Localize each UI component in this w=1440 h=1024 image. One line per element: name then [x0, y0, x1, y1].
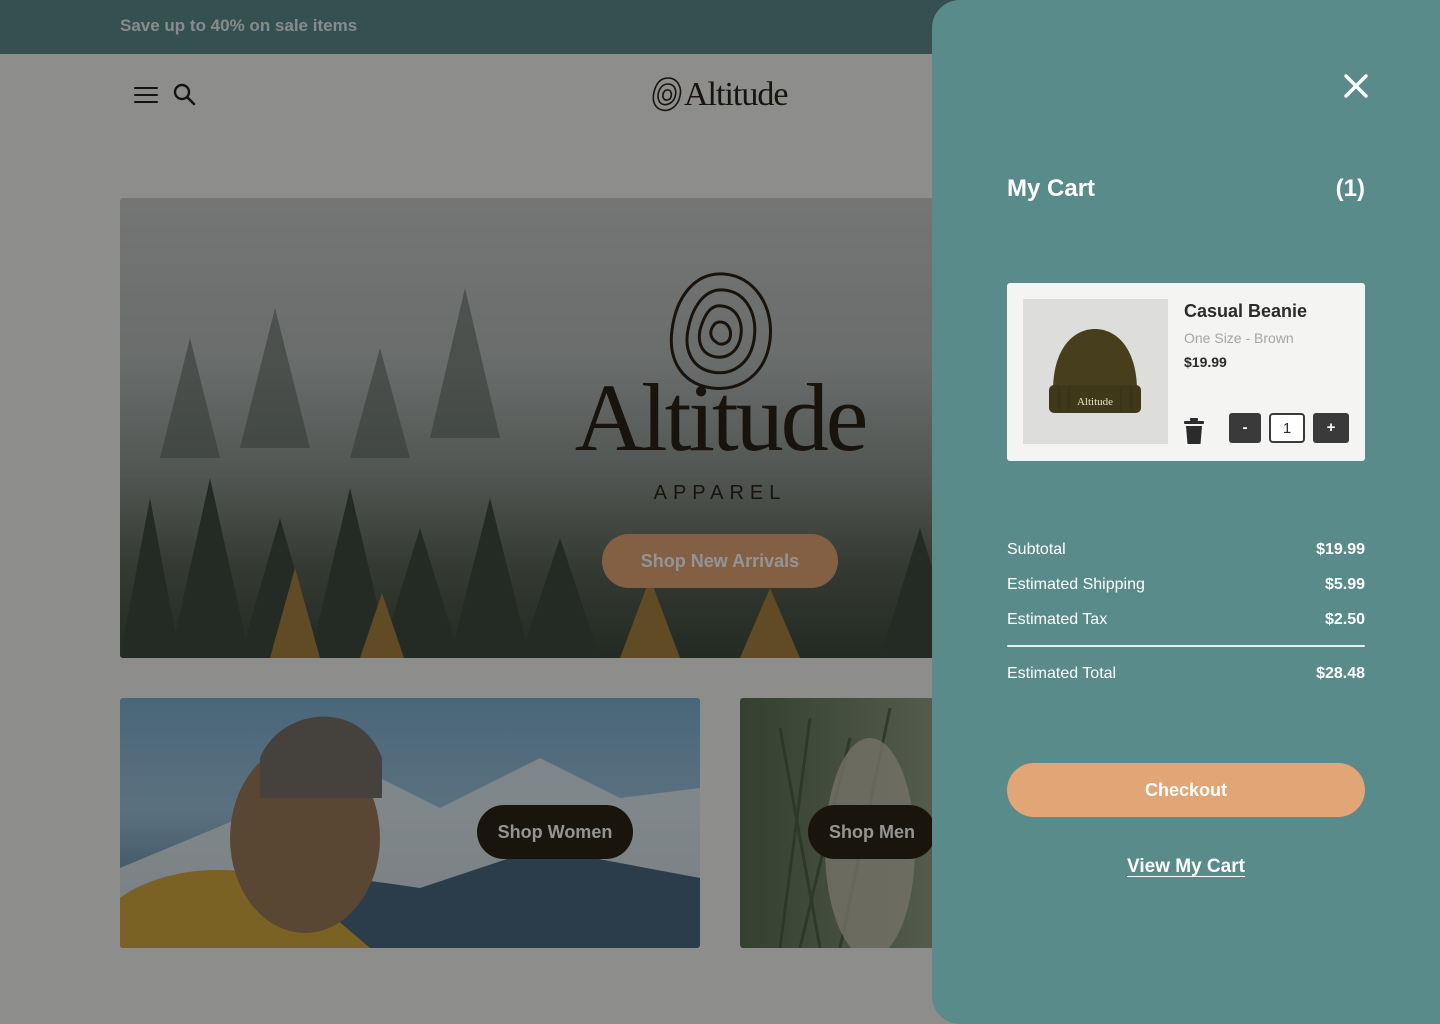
cart-item: Altitude Casual Beanie One Size - Brown … [1007, 283, 1365, 461]
total-value: $28.48 [1316, 665, 1365, 682]
product-image[interactable]: Altitude [1023, 299, 1168, 444]
total-label: Estimated Total [1007, 665, 1117, 682]
checkout-button[interactable]: Checkout [1007, 763, 1365, 817]
shipping-value: $5.99 [1324, 576, 1365, 593]
quantity-increase-button[interactable]: + [1313, 413, 1349, 443]
product-price: $19.99 [1184, 354, 1227, 370]
cart-drawer: My Cart (1) Altitude Casual Beanie One S… [932, 0, 1440, 1024]
view-cart-container: View My Cart [932, 856, 1440, 878]
view-my-cart-link[interactable]: View My Cart [1127, 856, 1245, 877]
subtotal-value: $19.99 [1316, 541, 1365, 558]
beanie-image: Altitude [1049, 329, 1141, 413]
cart-count: (1) [1335, 175, 1365, 202]
trash-icon[interactable] [1183, 417, 1205, 445]
subtotal-label: Subtotal [1007, 541, 1066, 558]
beanie-logo-text: Altitude [1077, 396, 1113, 408]
tax-value: $2.50 [1324, 611, 1365, 628]
close-icon[interactable] [1342, 72, 1370, 100]
summary-divider [1007, 645, 1365, 647]
tax-label: Estimated Tax [1007, 611, 1108, 628]
cart-title: My Cart [1007, 175, 1096, 202]
product-variant: One Size - Brown [1184, 330, 1294, 346]
shipping-label: Estimated Shipping [1007, 576, 1145, 593]
quantity-decrease-button[interactable]: - [1229, 413, 1261, 443]
quantity-input[interactable] [1269, 413, 1305, 443]
product-name[interactable]: Casual Beanie [1184, 301, 1307, 322]
